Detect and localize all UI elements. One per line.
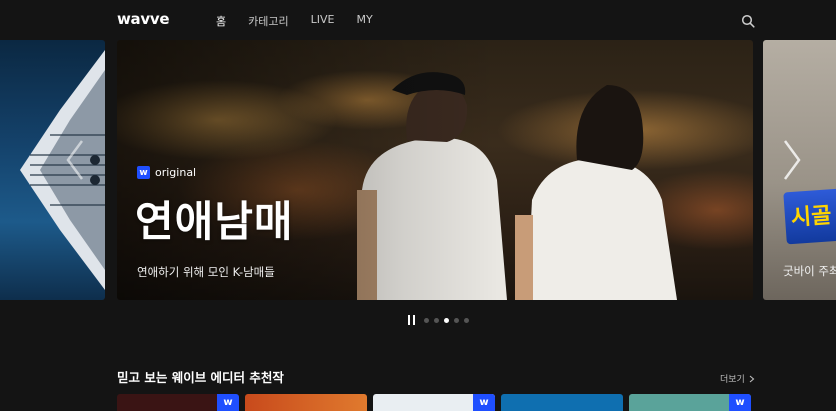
hero-shade bbox=[117, 40, 753, 300]
pager-dot[interactable] bbox=[434, 317, 439, 323]
more-label: 더보기 bbox=[720, 375, 745, 385]
nav-item-category[interactable]: 카테고리 bbox=[248, 13, 288, 29]
search-icon[interactable] bbox=[741, 14, 755, 28]
content-card[interactable] bbox=[501, 394, 623, 411]
pager-dot[interactable] bbox=[454, 317, 459, 323]
pager-dot[interactable] bbox=[464, 317, 469, 323]
wavve-logo[interactable]: wavve bbox=[117, 10, 170, 28]
wavve-w-icon: w bbox=[217, 394, 239, 411]
wavve-w-icon: w bbox=[137, 166, 150, 179]
content-card[interactable]: w bbox=[629, 394, 751, 411]
chevron-left-icon[interactable] bbox=[60, 135, 90, 185]
pager-dot[interactable] bbox=[424, 317, 429, 323]
hero-title: 연애남매 bbox=[135, 197, 294, 246]
chevron-right-icon[interactable] bbox=[777, 135, 807, 185]
wavve-w-icon: w bbox=[473, 394, 495, 411]
section-title: 믿고 보는 웨이브 에디터 추천작 bbox=[117, 370, 284, 385]
show-logo: 시골 bbox=[783, 187, 836, 245]
hero-subtitle: 연애하기 위해 모인 K-남매들 bbox=[137, 265, 275, 279]
hero-carousel: w original 연애남매 연애하기 위해 모인 K-남매들 시골 굿바이 … bbox=[0, 40, 836, 300]
chevron-right-small-icon bbox=[749, 375, 755, 382]
main-nav: 홈 카테고리 LIVE MY bbox=[216, 13, 395, 29]
original-badge: w original bbox=[137, 166, 196, 179]
wavve-w-icon: w bbox=[729, 394, 751, 411]
carousel-pager bbox=[408, 315, 469, 325]
content-card[interactable] bbox=[245, 394, 367, 411]
nav-item-home[interactable]: 홈 bbox=[216, 13, 226, 29]
pause-icon[interactable] bbox=[408, 315, 417, 325]
more-link[interactable]: 더보기 bbox=[720, 372, 755, 385]
content-card[interactable]: w bbox=[117, 394, 239, 411]
nav-item-live[interactable]: LIVE bbox=[311, 13, 335, 29]
pager-dot-active[interactable] bbox=[444, 317, 449, 323]
nav-item-my[interactable]: MY bbox=[356, 13, 372, 29]
original-label: original bbox=[155, 166, 197, 179]
recommend-row: w w w bbox=[117, 394, 751, 411]
top-header: wavve 홈 카테고리 LIVE MY bbox=[0, 0, 836, 40]
next-slide-caption: 굿바이 주최 bbox=[783, 264, 836, 278]
slide-current[interactable]: w original 연애남매 연애하기 위해 모인 K-남매들 bbox=[117, 40, 753, 300]
content-card[interactable]: w bbox=[373, 394, 495, 411]
